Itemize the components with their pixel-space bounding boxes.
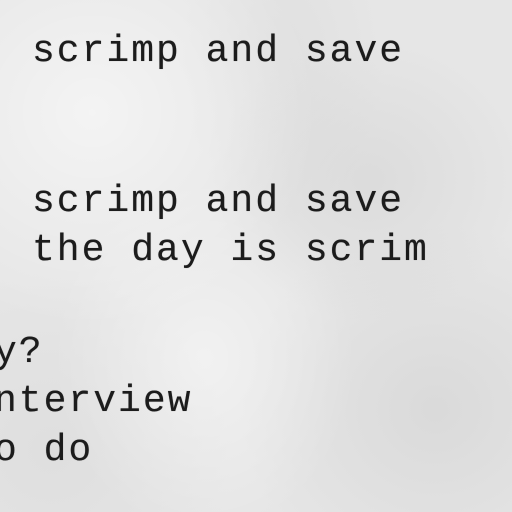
typed-line: the day is scrim bbox=[32, 229, 429, 272]
typed-line: o do bbox=[0, 429, 94, 472]
typed-line: y? bbox=[0, 331, 44, 374]
typed-line: scrimp and save bbox=[32, 30, 405, 73]
typed-line: scrimp and save bbox=[32, 180, 405, 223]
typewritten-page: scrimp and save scrimp and save the day … bbox=[0, 0, 512, 512]
typed-line: nterview bbox=[0, 380, 193, 423]
